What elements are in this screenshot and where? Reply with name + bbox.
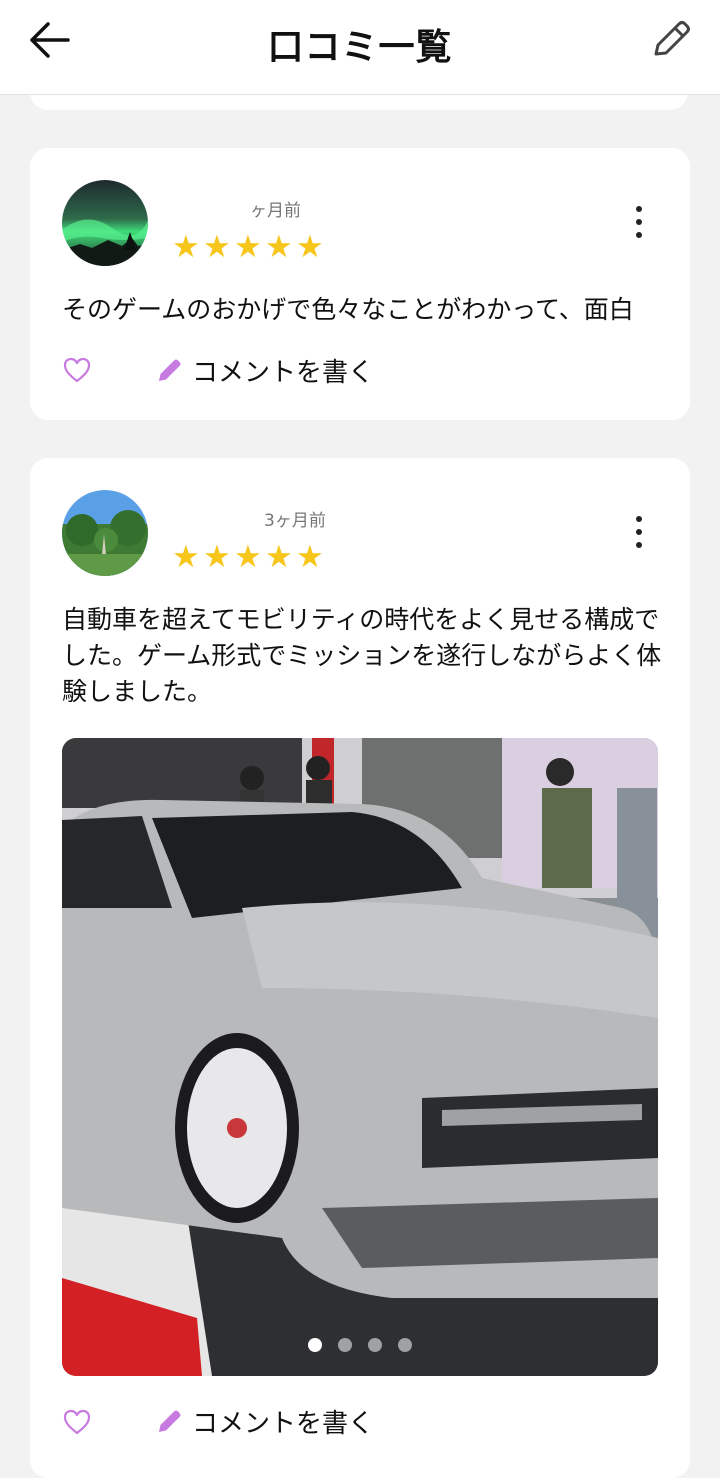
star-icon: ★	[296, 539, 324, 575]
page-title: 口コミ一覧	[267, 27, 453, 68]
pencil-icon	[156, 356, 184, 384]
star-icon: ★	[296, 229, 324, 265]
app-header: 口コミ一覧	[0, 0, 720, 95]
write-comment-label: コメントを書く	[192, 1408, 375, 1439]
review-time: 3ヶ月前	[264, 511, 326, 531]
carousel-dot[interactable]	[308, 1338, 322, 1352]
review-card: ヶ月前 ★ ★ ★ ★ ★ そのゲームのおかげで色々なことがわかって、面白 コメ…	[30, 148, 690, 420]
star-icon: ★	[203, 229, 231, 265]
write-comment-button[interactable]: コメントを書く	[156, 352, 374, 388]
avatar[interactable]	[62, 180, 148, 266]
more-options-icon[interactable]	[632, 516, 646, 552]
carousel-dot[interactable]	[368, 1338, 382, 1352]
review-card: 3ヶ月前 ★ ★ ★ ★ ★ 自動車を超えてモビリティの時代をよく見せる構成でし…	[30, 458, 690, 1478]
star-icon: ★	[234, 229, 262, 265]
rating-stars: ★ ★ ★ ★ ★	[172, 539, 326, 575]
car-photo	[62, 738, 658, 1376]
write-review-pencil-icon[interactable]	[648, 16, 694, 62]
like-heart-icon[interactable]	[62, 1408, 92, 1436]
rating-stars: ★ ★ ★ ★ ★	[172, 229, 326, 265]
review-text: そのゲームのおかげで色々なことがわかって、面白	[62, 295, 634, 324]
like-heart-icon[interactable]	[62, 356, 92, 384]
star-icon: ★	[265, 229, 293, 265]
carousel-indicator	[62, 1338, 658, 1352]
carousel-dot[interactable]	[338, 1338, 352, 1352]
avatar[interactable]	[62, 490, 148, 576]
more-options-icon[interactable]	[632, 206, 646, 242]
star-icon: ★	[203, 539, 231, 575]
review-time: ヶ月前	[250, 201, 301, 221]
star-icon: ★	[234, 539, 262, 575]
write-comment-label: コメントを書く	[192, 357, 375, 388]
review-photo-carousel[interactable]	[62, 738, 658, 1376]
pencil-icon	[156, 1407, 184, 1435]
star-icon: ★	[172, 229, 200, 265]
carousel-dot[interactable]	[398, 1338, 412, 1352]
review-text: 自動車を超えてモビリティの時代をよく見せる構成でした。ゲーム形式でミッションを遂…	[62, 605, 662, 706]
write-comment-button[interactable]: コメントを書く	[156, 1403, 374, 1439]
star-icon: ★	[172, 539, 200, 575]
star-icon: ★	[265, 539, 293, 575]
